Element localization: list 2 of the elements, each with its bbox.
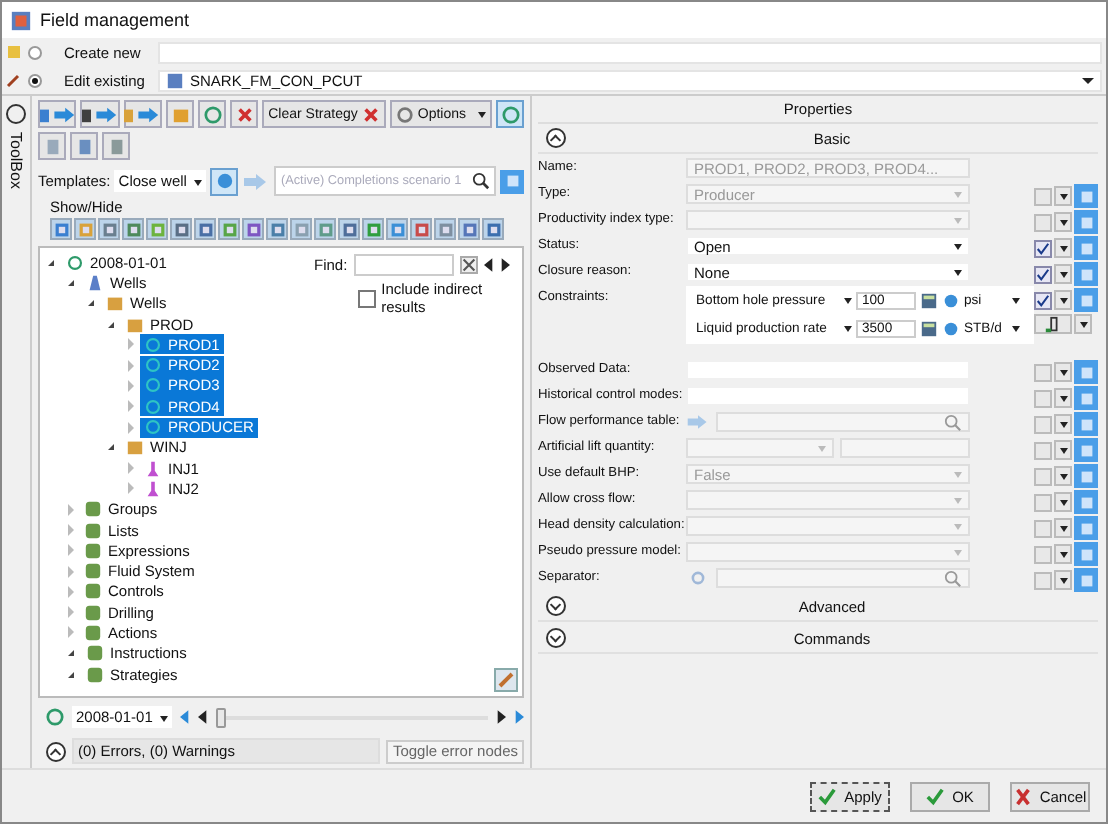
window-title: Field management: [40, 10, 190, 30]
toolbox-tab[interactable]: ToolBox: [7, 132, 25, 189]
